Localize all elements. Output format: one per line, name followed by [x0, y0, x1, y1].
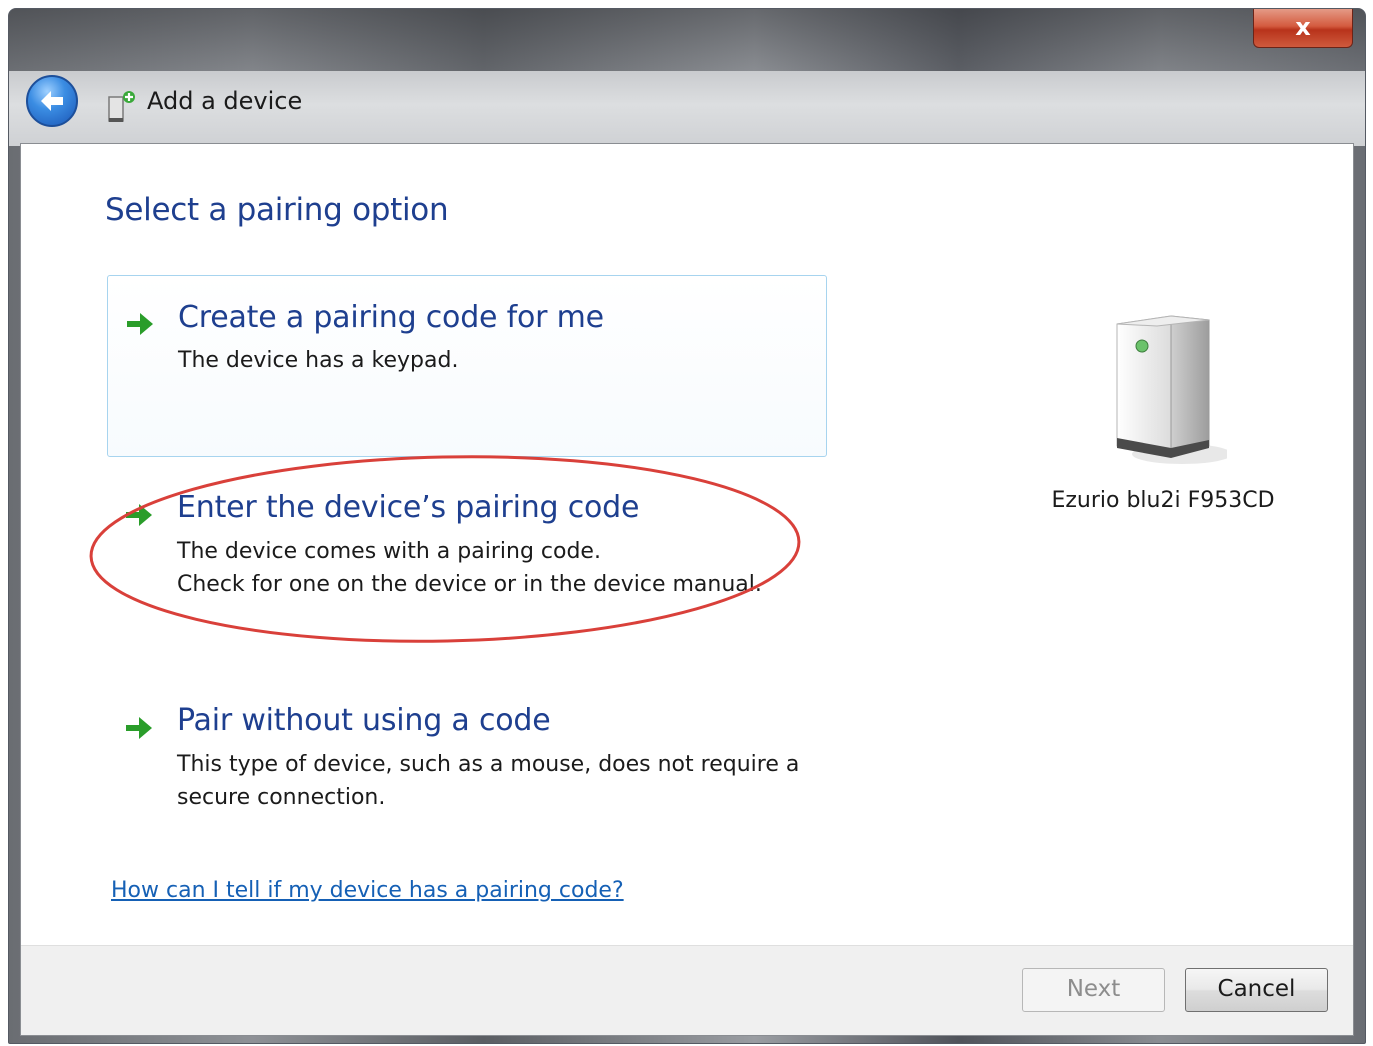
back-button[interactable] — [26, 75, 78, 127]
option-enter-device-code[interactable]: Enter the device’s pairing code The devi… — [107, 484, 827, 624]
close-button[interactable]: x — [1253, 9, 1353, 48]
back-arrow-icon — [41, 91, 63, 111]
pairing-code-help-link[interactable]: How can I tell if my device has a pairin… — [111, 878, 624, 903]
next-button[interactable]: Next — [1022, 968, 1165, 1012]
device-tower-icon — [1116, 315, 1227, 464]
green-arrow-icon — [126, 504, 152, 526]
option-description: The device has a keypad. — [178, 348, 459, 373]
add-device-window: x Add a device Select a pairing option C… — [8, 8, 1366, 1044]
option-description: secure connection. — [177, 785, 386, 810]
option-create-pairing-code[interactable]: Create a pairing code for me The device … — [107, 275, 827, 457]
green-arrow-icon — [126, 717, 152, 739]
option-pair-without-code[interactable]: Pair without using a code This type of d… — [107, 697, 827, 837]
cancel-button[interactable]: Cancel — [1185, 968, 1328, 1012]
option-description: This type of device, such as a mouse, do… — [177, 752, 800, 777]
green-arrow-icon — [127, 313, 153, 335]
option-title: Enter the device’s pairing code — [177, 490, 640, 525]
option-title: Create a pairing code for me — [178, 300, 604, 335]
close-icon: x — [1295, 13, 1311, 41]
option-title: Pair without using a code — [177, 703, 551, 738]
dialog-content: Select a pairing option Create a pairing… — [20, 143, 1354, 1036]
title-bar — [9, 9, 1365, 79]
page-heading: Select a pairing option — [105, 192, 449, 228]
device-name: Ezurio blu2i F953CD — [1051, 488, 1275, 513]
option-description: The device comes with a pairing code. — [177, 539, 601, 564]
add-device-icon — [108, 91, 135, 122]
option-description: Check for one on the device or in the de… — [177, 572, 762, 597]
window-title: Add a device — [147, 87, 303, 115]
dialog-footer: Next Cancel — [21, 945, 1353, 1035]
